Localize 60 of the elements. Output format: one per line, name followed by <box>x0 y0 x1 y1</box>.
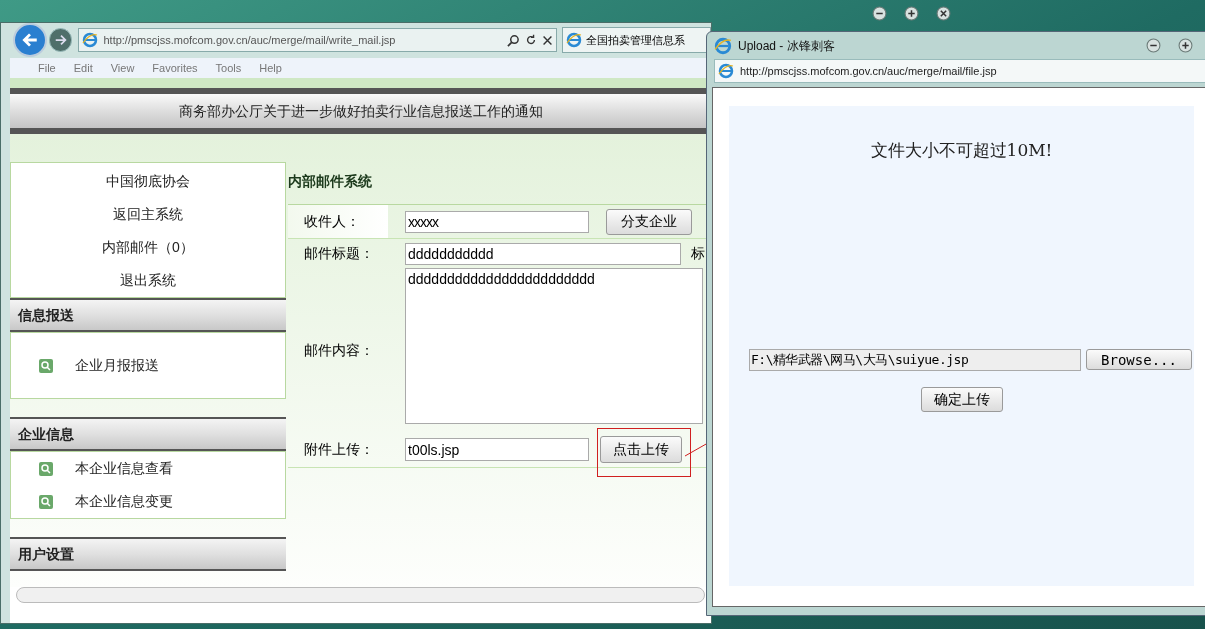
menu-item[interactable]: Help <box>259 59 282 77</box>
section-title: 用户设置 <box>18 544 74 564</box>
window-title: Upload - 冰锋刺客 <box>738 37 835 55</box>
forward-button[interactable] <box>48 28 73 52</box>
upload-button[interactable]: 点击上传 <box>600 436 682 463</box>
magnifier-icon <box>39 461 53 476</box>
field-label: 邮件内容： <box>303 340 375 360</box>
recipient-field[interactable]: xxxxx <box>405 210 589 233</box>
attachment-field[interactable]: t00ls.jsp <box>405 438 589 461</box>
horizontal-scrollbar[interactable] <box>16 587 705 603</box>
sidebar-link[interactable]: 返回主系统 <box>113 204 183 225</box>
menu-item[interactable]: Edit <box>73 59 93 77</box>
address-bar[interactable]: http://pmscjss.mofcom.gov.cn/auc/merge/mail/write_mail.jsp <box>78 28 558 52</box>
browser-tab[interactable]: 全国拍卖管理信息系 <box>562 27 711 53</box>
confirm-upload-button[interactable]: 确定上传 <box>920 386 1003 412</box>
sidebar-item[interactable]: 本企业信息变更 <box>75 491 173 512</box>
field-label: 标 <box>691 244 705 263</box>
section-title: 企业信息 <box>18 424 74 444</box>
sidebar-item[interactable]: 本企业信息查看 <box>75 458 173 479</box>
arrow-right-icon <box>53 33 68 47</box>
field-label: 附件上传： <box>303 440 375 459</box>
field-label: 邮件标题： <box>303 244 375 263</box>
close-icon[interactable] <box>542 34 554 46</box>
form-heading: 内部邮件系统 <box>288 172 373 191</box>
magnifier-icon <box>39 494 53 509</box>
maximize-icon[interactable] <box>1178 38 1193 53</box>
refresh-icon[interactable] <box>525 34 538 46</box>
minimize-icon[interactable] <box>872 6 887 21</box>
message-field[interactable]: dddddddddddddddddddddddd <box>405 268 703 424</box>
search-icon[interactable] <box>507 33 521 47</box>
browse-button[interactable]: Browse... <box>1086 349 1192 370</box>
menu-item[interactable]: File <box>38 59 56 77</box>
field-label: 收件人： <box>288 205 388 238</box>
tab-title: 全国拍卖管理信息系 <box>586 32 686 48</box>
subject-field[interactable]: ddddddddddd <box>405 242 681 265</box>
menu-item[interactable]: View <box>110 59 135 77</box>
url-text: http://pmscjss.mofcom.gov.cn/auc/merge/mail/file.jsp <box>740 63 997 79</box>
sidebar-link[interactable]: 退出系统 <box>120 270 176 291</box>
sidebar-item[interactable]: 企业月报报送 <box>75 355 159 376</box>
address-bar[interactable]: http://pmscjss.mofcom.gov.cn/auc/merge/mail/file.jsp <box>714 59 1205 83</box>
maximize-icon[interactable] <box>904 6 919 21</box>
branch-button[interactable]: 分支企业 <box>606 208 692 235</box>
arrow-left-icon <box>20 31 39 49</box>
menu-item[interactable]: Favorites <box>152 59 198 77</box>
section-title: 信息报送 <box>18 305 74 325</box>
browser-icon <box>714 36 732 55</box>
minimize-icon[interactable] <box>1146 38 1161 53</box>
org-name: 中国彻底协会 <box>106 172 190 191</box>
close-icon[interactable] <box>936 6 951 21</box>
menu-item[interactable]: Tools <box>215 59 242 77</box>
magnifier-icon <box>39 358 53 373</box>
back-button[interactable] <box>13 23 47 57</box>
page-title: 商务部办公厅关于进一步做好拍卖行业信息报送工作的通知 <box>178 101 543 121</box>
browser-icon <box>82 32 99 48</box>
size-notice: 文件大小不可超过10M! <box>870 139 1053 162</box>
browser-icon <box>718 63 734 79</box>
sidebar-link[interactable]: 内部邮件（0） <box>102 237 194 258</box>
file-path-field[interactable]: F:\精华武器\网马\大马\suiyue.jsp <box>749 348 1081 371</box>
browser-icon <box>566 32 583 48</box>
url-text: http://pmscjss.mofcom.gov.cn/auc/merge/mail/write_mail.jsp <box>103 32 397 48</box>
